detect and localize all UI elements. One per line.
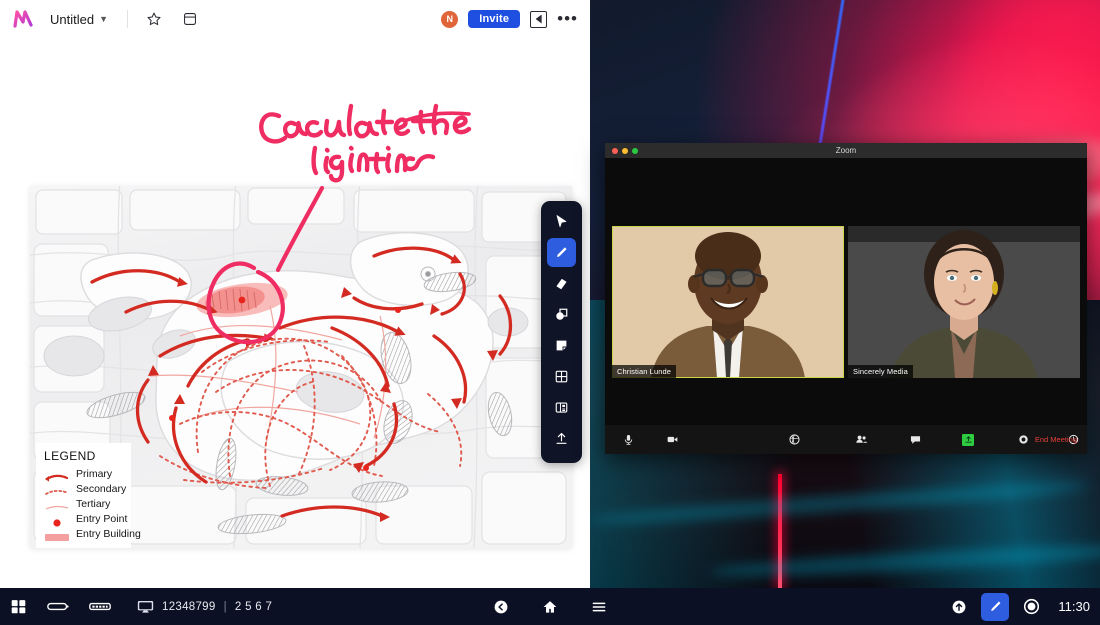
frame-tool[interactable] bbox=[547, 362, 576, 391]
invite-button[interactable]: Invite bbox=[468, 10, 521, 28]
up-arrow-circle-icon[interactable] bbox=[951, 599, 967, 615]
swatch-entry-building bbox=[44, 529, 70, 541]
zoom-titlebar: Zoom bbox=[605, 143, 1087, 158]
zoom-window-title: Zoom bbox=[835, 146, 857, 155]
legend-item-tertiary: Tertiary bbox=[44, 497, 123, 510]
taskbar-code-secondary: 2 5 6 7 bbox=[234, 600, 273, 613]
header-divider bbox=[127, 10, 128, 28]
end-meeting-button[interactable]: End Meeting bbox=[1035, 435, 1077, 444]
video-tile-grid: Christian Lunde Sincerely Media bbox=[612, 226, 1080, 378]
star-icon[interactable] bbox=[141, 6, 167, 32]
record-circle-icon[interactable] bbox=[1023, 598, 1040, 615]
monitor-icon bbox=[137, 600, 154, 614]
zoom-control-bar: End Meeting bbox=[605, 425, 1087, 454]
share-screen-button[interactable] bbox=[955, 433, 982, 446]
taskbar-left-group: 12348799 | 2 5 6 7 bbox=[10, 598, 272, 615]
taskbar-status-text: 12348799 | 2 5 6 7 bbox=[137, 600, 272, 614]
share-button[interactable] bbox=[781, 433, 808, 446]
legend-item-entry-point: Entry Point bbox=[44, 512, 127, 527]
swatch-secondary bbox=[44, 484, 70, 495]
document-title[interactable]: Untitled ▼ bbox=[44, 9, 114, 30]
eraser-tool[interactable] bbox=[547, 269, 576, 298]
legend-item-primary: Primary bbox=[44, 467, 123, 482]
app-header: Untitled ▼ N Invite ••• bbox=[0, 0, 590, 38]
stop-video-button[interactable] bbox=[660, 433, 687, 446]
swatch-entry-point bbox=[44, 514, 70, 527]
taskbar-right-group: 11:30 bbox=[951, 592, 1090, 621]
legend-label-entry-point: Entry Point bbox=[76, 512, 128, 525]
legend-label-entry-building: Entry Building bbox=[76, 527, 141, 540]
battery-pill-icon[interactable] bbox=[47, 601, 69, 612]
chevron-down-icon: ▼ bbox=[99, 14, 108, 24]
desktop-screen: Untitled ▼ N Invite ••• LEGEND Primary S… bbox=[0, 0, 1100, 625]
chat-button[interactable] bbox=[903, 433, 930, 446]
avatar[interactable]: N bbox=[441, 10, 459, 28]
avatar-initial: N bbox=[446, 14, 453, 24]
record-button[interactable] bbox=[1010, 433, 1037, 446]
swatch-tertiary bbox=[44, 499, 70, 510]
legend-label-primary: Primary bbox=[76, 467, 113, 480]
archive-box-icon[interactable] bbox=[177, 6, 203, 32]
legend-item-entry-building: Entry Building bbox=[44, 527, 141, 541]
zoom-meeting-window[interactable]: Zoom Christian Lunde Sincerely Media End… bbox=[605, 143, 1087, 454]
whiteboard-app: Untitled ▼ N Invite ••• LEGEND Primary S… bbox=[0, 0, 590, 588]
taskbar-clock: 11:30 bbox=[1058, 599, 1090, 614]
windows-start-icon[interactable] bbox=[10, 598, 27, 615]
taskbar-code-separator: | bbox=[223, 600, 227, 613]
pen-tool[interactable] bbox=[547, 238, 576, 267]
template-tool[interactable] bbox=[547, 393, 576, 422]
taskbar-code-primary: 12348799 bbox=[162, 600, 216, 613]
legend-title: LEGEND bbox=[44, 449, 96, 463]
back-circle-icon[interactable] bbox=[493, 599, 509, 615]
video-tile-christian-lunde[interactable]: Christian Lunde bbox=[612, 226, 844, 378]
keyboard-pill-icon[interactable] bbox=[89, 601, 111, 612]
hamburger-menu-icon[interactable] bbox=[591, 599, 607, 615]
participants-button[interactable] bbox=[848, 433, 875, 446]
select-tool[interactable] bbox=[547, 207, 576, 236]
legend: LEGEND Primary Secondary Tertiary Entry … bbox=[36, 443, 141, 548]
more-horizontal-icon[interactable]: ••• bbox=[557, 10, 578, 27]
video-tile-sincerely-media[interactable]: Sincerely Media bbox=[848, 226, 1080, 378]
taskbar: 12348799 | 2 5 6 7 11:30 bbox=[0, 588, 1100, 625]
participant-name-label: Sincerely Media bbox=[848, 365, 913, 378]
zoom-body: Christian Lunde Sincerely Media End Meet… bbox=[605, 158, 1087, 454]
legend-label-secondary: Secondary bbox=[76, 482, 127, 495]
participant-name-label: Christian Lunde bbox=[612, 365, 677, 378]
ink-annotation bbox=[255, 100, 485, 190]
swatch-primary bbox=[44, 469, 70, 482]
home-icon[interactable] bbox=[542, 599, 558, 615]
upload-tool[interactable] bbox=[547, 424, 576, 453]
collapse-panel-icon[interactable] bbox=[530, 10, 548, 28]
whiteboard-canvas[interactable]: LEGEND Primary Secondary Tertiary Entry … bbox=[0, 38, 590, 588]
shapes-tool[interactable] bbox=[547, 300, 576, 329]
legend-item-secondary: Secondary bbox=[44, 482, 127, 495]
tool-palette bbox=[541, 201, 582, 463]
pen-icon[interactable] bbox=[981, 592, 1010, 621]
mute-button[interactable] bbox=[615, 433, 642, 446]
document-title-label: Untitled bbox=[50, 11, 95, 27]
freehand-logo[interactable] bbox=[12, 9, 34, 29]
sticky-note-tool[interactable] bbox=[547, 331, 576, 360]
legend-label-tertiary: Tertiary bbox=[76, 497, 111, 510]
